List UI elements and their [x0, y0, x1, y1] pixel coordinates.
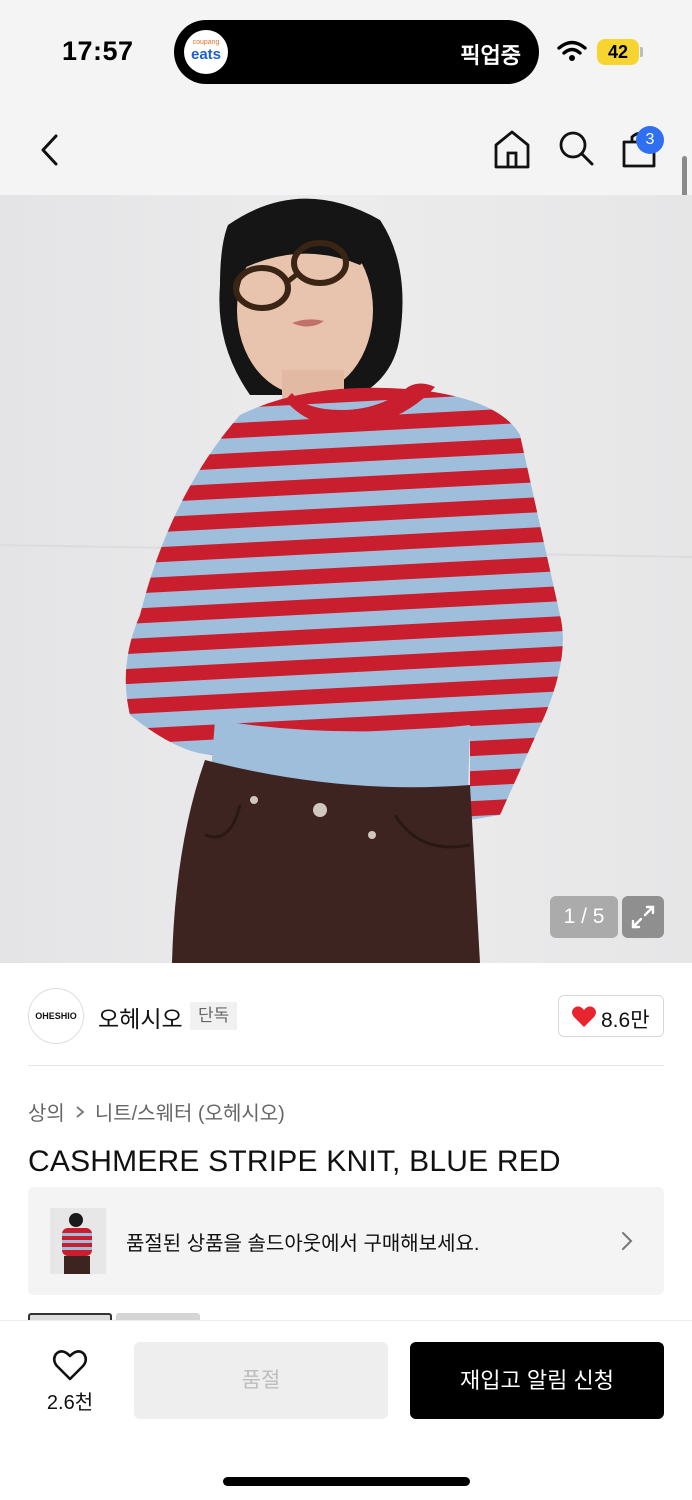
exclusive-tag: 단독: [190, 1002, 238, 1030]
coupang-eats-icon: coupang eats: [184, 30, 228, 74]
soldout-button: 품절: [134, 1342, 388, 1419]
home-icon[interactable]: [492, 128, 532, 170]
brand-like-count: 8.6만: [601, 1009, 650, 1032]
product-photo: [0, 195, 692, 963]
restock-alert-button[interactable]: 재입고 알림 신청: [410, 1342, 664, 1419]
product-title: CASHMERE STRIPE KNIT, BLUE RED: [28, 1145, 561, 1178]
live-activity-status: 픽업중: [460, 44, 521, 69]
back-icon[interactable]: [34, 130, 66, 170]
cart-count-badge: 3: [636, 126, 664, 154]
eats-badge-big-text: eats: [190, 46, 222, 63]
battery-cap: [640, 47, 643, 57]
brand-logo[interactable]: OHESHIO: [28, 988, 84, 1044]
heart-filled-icon: [572, 1006, 596, 1027]
banner-text: 품절된 상품을 솔드아웃에서 구매해보세요.: [126, 1233, 480, 1255]
battery-level: 42: [597, 39, 639, 65]
eats-badge-small-text: coupang: [192, 39, 220, 46]
home-indicator[interactable]: [223, 1477, 470, 1486]
wish-count: 2.6천: [46, 1392, 94, 1414]
image-counter: 1 / 5: [550, 896, 618, 938]
brand-like-button[interactable]: 8.6만: [558, 995, 664, 1037]
chevron-right-icon: [622, 1232, 633, 1250]
search-icon[interactable]: [556, 128, 596, 170]
clock: 17:57: [62, 36, 134, 66]
bottom-action-bar: 2.6천 품절 재입고 알림 신청: [0, 1320, 692, 1500]
soldout-banner[interactable]: 품절된 상품을 솔드아웃에서 구매해보세요.: [28, 1187, 664, 1295]
heart-outline-icon[interactable]: [52, 1348, 88, 1382]
wifi-icon: [557, 40, 587, 61]
breadcrumb: 상의 니트/스웨터 (오헤시오): [28, 1097, 285, 1126]
banner-thumbnail: [50, 1208, 106, 1274]
expand-icon[interactable]: [622, 896, 664, 938]
dynamic-island[interactable]: coupang eats 픽업중: [174, 20, 539, 84]
status-bar: 17:57 coupang eats 픽업중 42: [0, 0, 692, 100]
breadcrumb-subcategory[interactable]: 니트/스웨터 (오헤시오): [95, 1097, 285, 1126]
product-image[interactable]: [0, 195, 692, 963]
divider: [28, 1065, 664, 1066]
breadcrumb-category[interactable]: 상의: [28, 1097, 65, 1126]
brand-name[interactable]: 오헤시오: [98, 1000, 183, 1034]
chevron-right-icon: [76, 1105, 85, 1118]
top-nav: [0, 100, 692, 195]
